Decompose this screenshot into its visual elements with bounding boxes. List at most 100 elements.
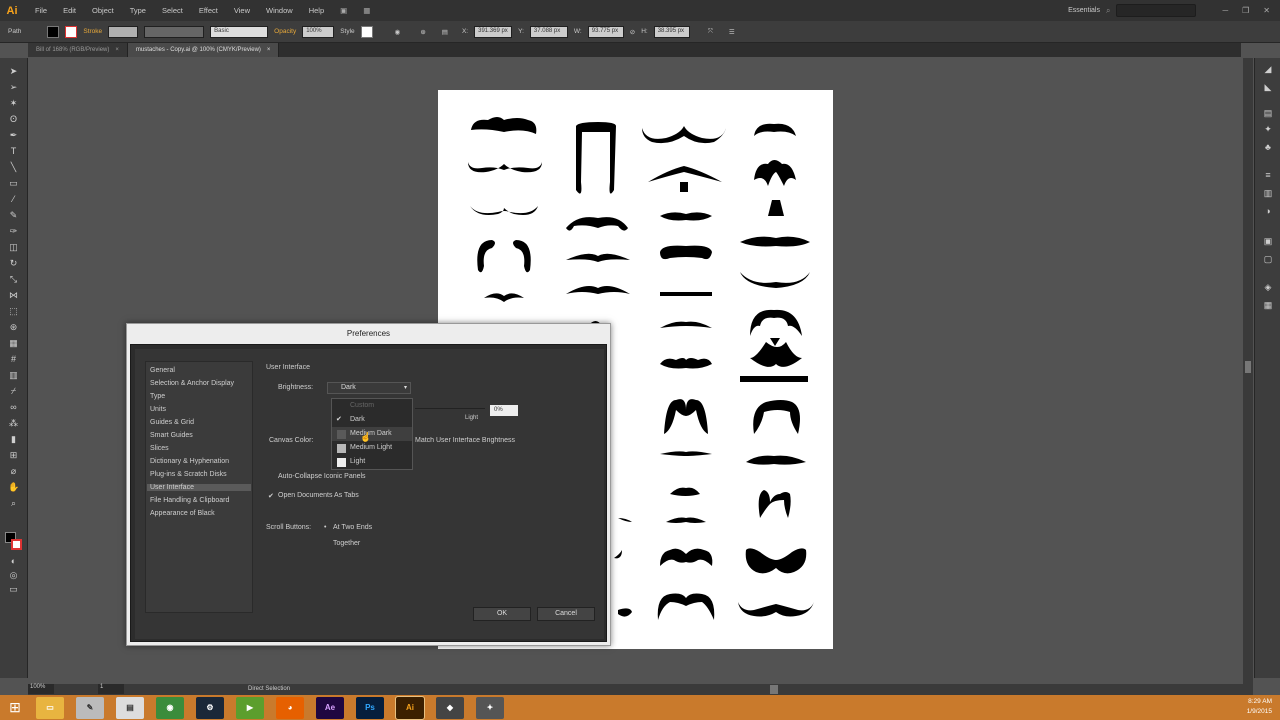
artboard-navigation-field[interactable]: 1 (98, 684, 124, 694)
brightness-option-light[interactable]: Light (332, 455, 412, 469)
w-field[interactable]: 93.775 px (587, 25, 624, 38)
hand-tool-icon[interactable]: ✋ (8, 482, 19, 493)
category-type[interactable]: Type (150, 393, 165, 400)
recolor-icon[interactable]: ◉ (395, 28, 401, 36)
pencil-tool-icon[interactable]: ✎ (8, 210, 19, 221)
windows-start-icon[interactable]: ⊞ (0, 695, 30, 720)
panel-menu-icon[interactable]: ☰ (729, 28, 735, 36)
zoom-tool-icon[interactable]: ⌕ (8, 498, 19, 509)
color-mode-icon[interactable]: ◐ (8, 556, 19, 567)
category-dictionary[interactable]: Dictionary & Hyphenation (150, 458, 229, 465)
slice-tool-icon[interactable]: ⌀ (8, 466, 19, 477)
media-player-icon[interactable]: ▶ (236, 696, 264, 719)
close-icon[interactable]: ✕ (1263, 6, 1270, 15)
opacity-label[interactable]: Opacity (274, 28, 296, 35)
brightness-option-medium-light[interactable]: Medium Light (332, 441, 412, 455)
opacity-field[interactable]: 100% (302, 25, 335, 38)
column-graph-tool-icon[interactable]: ▮ (8, 434, 19, 445)
stroke-label[interactable]: Stroke (83, 28, 102, 35)
ok-button[interactable]: OK (473, 607, 531, 621)
brightness-slider[interactable] (415, 408, 485, 409)
menu-object[interactable]: Object (92, 6, 114, 15)
appearance-panel-icon[interactable]: ▣ (1262, 236, 1274, 247)
brushes-panel-icon[interactable]: ✦ (1262, 124, 1274, 135)
color-panel-icon[interactable]: ◢ (1262, 64, 1274, 75)
type-tool-icon[interactable]: T (8, 146, 19, 157)
file-explorer-icon[interactable]: ▭ (36, 696, 64, 719)
firefox-icon[interactable]: ◕ (276, 696, 304, 719)
gradient-tool-icon[interactable]: ▥ (8, 370, 19, 381)
tab-close-icon[interactable]: × (267, 47, 271, 53)
menu-edit[interactable]: Edit (63, 6, 76, 15)
tab-document-2[interactable]: mustaches - Copy.ai @ 100% (CMYK/Preview… (127, 43, 280, 57)
category-slices[interactable]: Slices (150, 445, 169, 452)
h-field[interactable]: 38.395 px (653, 25, 690, 38)
direct-selection-tool-icon[interactable]: ➢ (8, 82, 19, 93)
eyedropper-tool-icon[interactable]: ⌿ (8, 386, 19, 397)
app-icon[interactable]: ◆ (436, 696, 464, 719)
menu-type[interactable]: Type (130, 6, 146, 15)
menu-select[interactable]: Select (162, 6, 183, 15)
rotate-tool-icon[interactable]: ↻ (8, 258, 19, 269)
pen-tool-icon[interactable]: ✒ (8, 130, 19, 141)
dialog-title[interactable]: Preferences (127, 324, 610, 344)
notes-icon[interactable]: ▤ (116, 696, 144, 719)
scroll-together-option[interactable]: Together (333, 540, 360, 547)
horizontal-scroll-thumb[interactable] (770, 685, 778, 694)
brightness-option-dark[interactable]: ✔ Dark (332, 413, 412, 427)
cancel-button[interactable]: Cancel (537, 607, 595, 621)
paintbrush-tool-icon[interactable]: ⁄ (8, 194, 19, 205)
stroke-weight-field[interactable] (108, 25, 139, 38)
swatches-panel-icon[interactable]: ▤ (1262, 108, 1274, 119)
style-swatch[interactable] (360, 25, 373, 38)
line-tool-icon[interactable]: ╲ (8, 162, 19, 173)
open-docs-tabs-option[interactable]: Open Documents As Tabs (278, 492, 359, 499)
free-transform-tool-icon[interactable]: ⬚ (8, 306, 19, 317)
perspective-grid-tool-icon[interactable]: ▦ (8, 338, 19, 349)
selection-tool-icon[interactable]: ➤ (8, 66, 19, 77)
isolate-icon[interactable]: ⤧ (708, 28, 713, 36)
radio-two-ends-icon[interactable]: • (324, 524, 326, 531)
restore-icon[interactable]: ❐ (1242, 6, 1249, 15)
menu-view[interactable]: View (234, 6, 250, 15)
chrome-icon[interactable]: ◉ (156, 696, 184, 719)
blend-tool-icon[interactable]: ∞ (8, 402, 19, 413)
gradient-panel-icon[interactable]: ▥ (1262, 188, 1274, 199)
arrange-documents-icon[interactable]: ▦ (363, 6, 370, 15)
system-clock[interactable]: 8:29 AM 1/9/2015 (1247, 697, 1272, 717)
brightness-percent-field[interactable]: 0% (490, 405, 518, 416)
scale-tool-icon[interactable]: ⤡ (8, 274, 19, 285)
category-file-handling[interactable]: File Handling & Clipboard (150, 497, 229, 504)
category-selection-anchor[interactable]: Selection & Anchor Display (150, 380, 234, 387)
illustrator-taskbar-icon[interactable]: Ai (395, 695, 425, 720)
steam-icon[interactable]: ⚙ (196, 696, 224, 719)
category-user-interface[interactable]: User Interface (147, 484, 251, 491)
zoom-field[interactable]: 100% (28, 684, 54, 694)
tab-close-icon[interactable]: × (115, 47, 119, 53)
graphic-styles-panel-icon[interactable]: ▢ (1262, 254, 1274, 265)
width-tool-icon[interactable]: ⋈ (8, 290, 19, 301)
tab-document-1[interactable]: Bill of 168% (RGB/Preview) × (28, 43, 128, 57)
app-icon[interactable]: ✦ (476, 696, 504, 719)
brush-field[interactable]: Basic (210, 25, 269, 38)
bridge-icon[interactable]: ▣ (340, 6, 347, 15)
open-docs-tabs-check-icon[interactable]: ✔ (268, 492, 274, 500)
fill-swatch[interactable] (47, 25, 60, 38)
align-icon[interactable]: ⊕ (420, 28, 425, 36)
artboards-panel-icon[interactable]: ▦ (1262, 300, 1274, 311)
menu-help[interactable]: Help (309, 6, 324, 15)
color-guide-icon[interactable]: ◣ (1262, 82, 1274, 93)
screen-mode-icon[interactable]: ▭ (8, 584, 19, 595)
lasso-tool-icon[interactable]: ʘ (8, 114, 19, 125)
search-input[interactable] (1116, 4, 1197, 17)
mesh-tool-icon[interactable]: # (8, 354, 19, 365)
scroll-two-ends-option[interactable]: At Two Ends (333, 524, 372, 531)
category-plugins[interactable]: Plug-ins & Scratch Disks (150, 471, 227, 478)
workspace-switcher[interactable]: Essentials (1068, 7, 1100, 14)
brightness-option-medium-dark[interactable]: Medium Dark (332, 427, 412, 441)
artboard-tool-icon[interactable]: ⊞ (8, 450, 19, 461)
rectangle-tool-icon[interactable]: ▭ (8, 178, 19, 189)
vertical-scrollbar[interactable] (1243, 58, 1253, 684)
y-field[interactable]: 37.088 px (529, 25, 568, 38)
category-guides-grid[interactable]: Guides & Grid (150, 419, 194, 426)
